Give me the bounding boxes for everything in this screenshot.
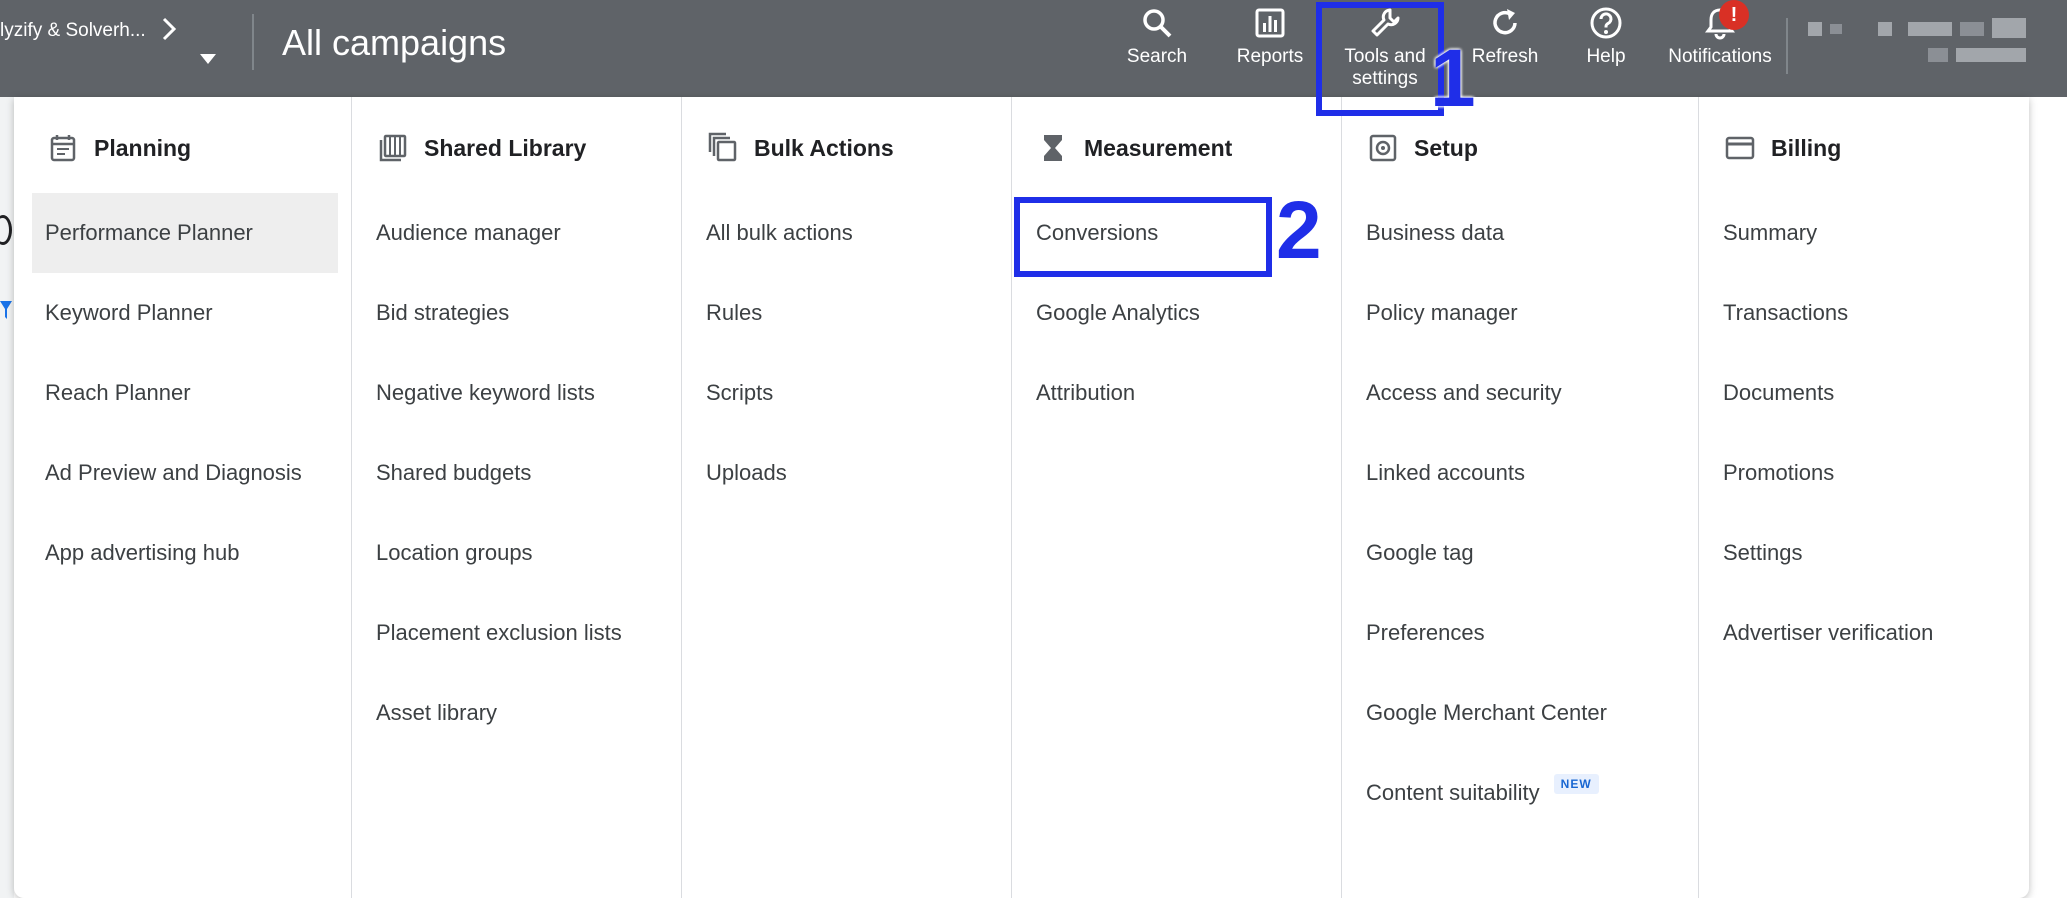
refresh-icon bbox=[1493, 9, 1517, 35]
menu-item-transactions[interactable]: Transactions bbox=[1723, 273, 2013, 353]
top-bar: lyzify & Solverh... All campaigns Search… bbox=[0, 0, 2067, 97]
search-label: Search bbox=[1126, 46, 1188, 67]
menu-item-business-data[interactable]: Business data bbox=[1366, 193, 1686, 273]
menu-header-billing-label: Billing bbox=[1771, 134, 1842, 161]
right-divider bbox=[1786, 18, 1788, 74]
help-button[interactable]: Help bbox=[1566, 6, 1646, 68]
account-avatar-pixelated[interactable] bbox=[1808, 18, 2038, 68]
menu-header-planning: Planning bbox=[46, 131, 191, 165]
reports-label: Reports bbox=[1236, 46, 1304, 67]
menu-item-advertiser-verification[interactable]: Advertiser verification bbox=[1723, 593, 2013, 673]
menu-column-bulk-actions: Bulk Actions All bulk actions Rules Scri… bbox=[682, 97, 1012, 898]
menu-item-ad-preview[interactable]: Ad Preview and Diagnosis bbox=[32, 433, 338, 513]
menu-item-google-tag[interactable]: Google tag bbox=[1366, 513, 1686, 593]
menu-column-planning: Planning Performance Planner Keyword Pla… bbox=[14, 97, 352, 898]
menu-item-shared-budgets[interactable]: Shared budgets bbox=[376, 433, 666, 513]
notifications-label: Notifications bbox=[1668, 46, 1772, 67]
menu-items-setup: Business data Policy manager Access and … bbox=[1366, 193, 1686, 833]
annotation-number-2: 2 bbox=[1276, 185, 1322, 276]
notification-badge: ! bbox=[1719, 0, 1749, 30]
menu-items-bulk-actions: All bulk actions Rules Scripts Uploads bbox=[706, 193, 996, 513]
menu-items-billing: Summary Transactions Documents Promotion… bbox=[1723, 193, 2013, 673]
new-badge: NEW bbox=[1553, 774, 1599, 794]
menu-header-bulk-actions-label: Bulk Actions bbox=[754, 134, 894, 161]
menu-item-content-suitability[interactable]: Content suitability NEW bbox=[1366, 753, 1686, 833]
menu-item-linked-accounts[interactable]: Linked accounts bbox=[1366, 433, 1686, 513]
reports-button[interactable]: Reports bbox=[1220, 6, 1320, 68]
settings-icon bbox=[1369, 134, 1397, 162]
partial-glyph bbox=[0, 215, 12, 245]
menu-column-billing: Billing Summary Transactions Documents P… bbox=[1699, 97, 2029, 898]
menu-item-google-analytics[interactable]: Google Analytics bbox=[1036, 273, 1326, 353]
menu-item-attribution[interactable]: Attribution bbox=[1036, 353, 1326, 433]
menu-item-app-advertising-hub[interactable]: App advertising hub bbox=[32, 513, 338, 593]
menu-item-keyword-planner[interactable]: Keyword Planner bbox=[32, 273, 338, 353]
menu-item-asset-library[interactable]: Asset library bbox=[376, 673, 666, 753]
menu-item-location-groups[interactable]: Location groups bbox=[376, 513, 666, 593]
menu-item-access-and-security[interactable]: Access and security bbox=[1366, 353, 1686, 433]
background-page-strip bbox=[0, 97, 14, 898]
menu-column-shared-library: Shared Library Audience manager Bid stra… bbox=[352, 97, 682, 898]
menu-header-setup-label: Setup bbox=[1414, 134, 1478, 161]
search-button[interactable]: Search bbox=[1112, 6, 1202, 68]
menu-item-reach-planner[interactable]: Reach Planner bbox=[32, 353, 338, 433]
search-icon bbox=[1143, 9, 1172, 38]
menu-item-promotions[interactable]: Promotions bbox=[1723, 433, 2013, 513]
annotation-box-2 bbox=[1014, 197, 1272, 277]
menu-item-preferences[interactable]: Preferences bbox=[1366, 593, 1686, 673]
menu-item-summary[interactable]: Summary bbox=[1723, 193, 2013, 273]
menu-column-setup: Setup Business data Policy manager Acces… bbox=[1342, 97, 1699, 898]
menu-items-shared-library: Audience manager Bid strategies Negative… bbox=[376, 193, 666, 753]
help-icon bbox=[1590, 7, 1622, 39]
help-label: Help bbox=[1586, 46, 1626, 67]
menu-header-setup: Setup bbox=[1366, 131, 1478, 165]
library-icon bbox=[379, 134, 407, 162]
menu-item-documents[interactable]: Documents bbox=[1723, 353, 2013, 433]
notifications-button[interactable]: ! Notifications bbox=[1660, 0, 1780, 68]
menu-item-all-bulk-actions[interactable]: All bulk actions bbox=[706, 193, 996, 273]
menu-header-planning-label: Planning bbox=[94, 134, 192, 161]
menu-header-billing: Billing bbox=[1723, 131, 1841, 165]
menu-item-policy-manager[interactable]: Policy manager bbox=[1366, 273, 1686, 353]
menu-item-rules[interactable]: Rules bbox=[706, 273, 996, 353]
annotation-number-1: 1 bbox=[1430, 33, 1476, 124]
menu-item-content-suitability-label: Content suitability bbox=[1366, 780, 1540, 805]
menu-header-measurement-label: Measurement bbox=[1084, 134, 1233, 161]
calendar-icon bbox=[50, 135, 76, 162]
annotation-box-1 bbox=[1316, 2, 1444, 116]
menu-item-settings[interactable]: Settings bbox=[1723, 513, 2013, 593]
copy-icon bbox=[708, 132, 737, 162]
menu-header-measurement: Measurement bbox=[1036, 131, 1232, 165]
hourglass-icon bbox=[1044, 135, 1062, 161]
credit-card-icon bbox=[1725, 136, 1755, 160]
menu-item-bid-strategies[interactable]: Bid strategies bbox=[376, 273, 666, 353]
filter-icon[interactable] bbox=[0, 299, 14, 321]
menu-item-placement-exclusion-lists[interactable]: Placement exclusion lists bbox=[376, 593, 666, 673]
bar-chart-icon bbox=[1255, 8, 1285, 38]
menu-header-shared-library: Shared Library bbox=[376, 131, 586, 165]
menu-item-audience-manager[interactable]: Audience manager bbox=[376, 193, 666, 273]
menu-items-planning: Performance Planner Keyword Planner Reac… bbox=[32, 193, 338, 593]
menu-item-scripts[interactable]: Scripts bbox=[706, 353, 996, 433]
menu-item-uploads[interactable]: Uploads bbox=[706, 433, 996, 513]
menu-header-bulk-actions: Bulk Actions bbox=[706, 131, 894, 165]
menu-item-google-merchant-center[interactable]: Google Merchant Center bbox=[1366, 673, 1686, 753]
menu-item-negative-keyword-lists[interactable]: Negative keyword lists bbox=[376, 353, 666, 433]
menu-item-performance-planner[interactable]: Performance Planner bbox=[32, 193, 338, 273]
menu-header-shared-library-label: Shared Library bbox=[424, 134, 587, 161]
